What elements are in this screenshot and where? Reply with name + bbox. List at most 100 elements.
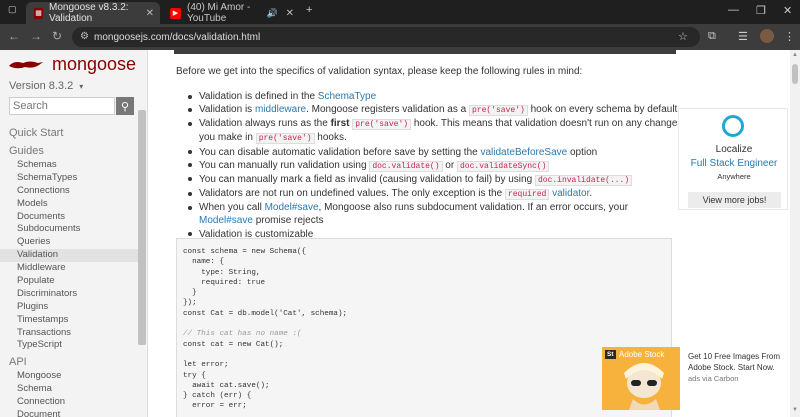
sidebar-section-guides[interactable]: Guides xyxy=(0,143,140,159)
sidebar-item-schema[interactable]: Schema xyxy=(0,383,140,396)
sidebar-item-validation[interactable]: Validation xyxy=(0,249,140,263)
sidebar-item-connections[interactable]: Connections xyxy=(0,185,140,198)
sidebar-nav: Quick Start Guides Schemas SchemaTypes Conne… xyxy=(0,123,140,417)
mongoose-logo[interactable]: mongoose xyxy=(8,54,136,75)
ad-image[interactable]: St Adobe Stock xyxy=(602,347,680,410)
inline-code: doc.validate() xyxy=(369,160,443,172)
intro-paragraph: Before we get into the specifics of vali… xyxy=(176,66,583,77)
sidebar-item-connection[interactable]: Connection xyxy=(0,396,140,409)
forward-arrow-icon[interactable]: → xyxy=(30,29,42,43)
maximize-button[interactable]: ❐ xyxy=(756,4,766,17)
address-bar[interactable]: ⚙ mongoosejs.com/docs/validation.html xyxy=(72,27,700,47)
rule-text: Validation is defined in the xyxy=(199,91,318,102)
page-scrollbar[interactable]: ▲ ▼ xyxy=(790,50,800,417)
window-close-button[interactable]: ✕ xyxy=(783,4,792,17)
rule-text: Validators are not run on undefined valu… xyxy=(199,188,505,200)
doc-link[interactable]: SchemaType xyxy=(318,91,376,102)
bold-text: first xyxy=(330,118,350,130)
tab-mongoose-validation[interactable]: ▦ Mongoose v8.3.2: Validation ✕ xyxy=(26,2,160,24)
inline-code: pre('save') xyxy=(468,105,528,117)
sidebar-item-queries[interactable]: Queries xyxy=(0,236,140,249)
sidebar-item-timestamps[interactable]: Timestamps xyxy=(0,314,140,327)
scroll-up-icon[interactable]: ▲ xyxy=(792,52,798,58)
scrollbar-thumb[interactable] xyxy=(792,64,798,84)
menu-kebab-icon[interactable]: ⋮ xyxy=(784,30,795,43)
tab-search-icon[interactable]: ▢ xyxy=(8,4,17,15)
rule-text: When you call xyxy=(199,202,265,214)
sidebar-item-transactions[interactable]: Transactions xyxy=(0,327,140,340)
sidebar-item-models[interactable]: Models xyxy=(0,198,140,211)
reading-list-icon[interactable]: ☰ xyxy=(738,30,748,43)
rule-text: You can manually run validation using xyxy=(199,159,370,171)
carbon-ad[interactable]: St Adobe Stock Get 10 Free Images From A… xyxy=(602,347,800,410)
sidebar-item-schematypes[interactable]: SchemaTypes xyxy=(0,172,140,185)
code-listing: const schema = new Schema({ name: { type… xyxy=(177,239,671,417)
code-line: let error; xyxy=(183,361,229,370)
new-tab-button[interactable]: + xyxy=(306,4,312,16)
code-line: const cat = new Cat(); xyxy=(183,340,284,349)
ad-role-link[interactable]: Full Stack Engineer xyxy=(679,158,789,169)
scroll-down-icon[interactable]: ▼ xyxy=(792,407,798,413)
tab-title: Mongoose v8.3.2: Validation xyxy=(49,2,129,24)
audio-playing-icon[interactable]: 🔊 xyxy=(267,8,278,19)
browser-toolbar: ← → ↻ ⚙ mongoosejs.com/docs/validation.h… xyxy=(0,24,800,50)
doc-link[interactable]: validator xyxy=(552,188,589,199)
rule-item: You can disable automatic validation bef… xyxy=(188,146,683,159)
code-line: }); xyxy=(183,299,197,308)
close-tab-icon[interactable]: ✕ xyxy=(146,8,154,19)
mongoose-logo-icon xyxy=(9,61,43,68)
sidebar-item-plugins[interactable]: Plugins xyxy=(0,301,140,314)
sidebar-item-middleware[interactable]: Middleware xyxy=(0,262,140,275)
version-selector[interactable]: Version 8.3.2 ▾ xyxy=(9,80,83,92)
sidebar-item-typescript[interactable]: TypeScript xyxy=(0,339,140,352)
code-line: await cat.save(); xyxy=(183,381,270,390)
code-line: } catch (err) { xyxy=(183,392,252,401)
inline-code: pre('save') xyxy=(352,119,412,131)
sidebar-item-mongoose[interactable]: Mongoose xyxy=(0,370,140,383)
sidebar-section-api[interactable]: API xyxy=(0,354,140,370)
profile-avatar[interactable] xyxy=(760,29,774,43)
job-ad[interactable]: Localize Full Stack Engineer Anywhere Vi… xyxy=(678,108,788,210)
sidebar-item-document[interactable]: Document xyxy=(0,409,140,417)
site-info-icon[interactable]: ⚙ xyxy=(80,31,89,42)
sidebar-scrollbar[interactable] xyxy=(138,110,146,345)
tab-youtube[interactable]: ▶ (40) Mi Amor - YouTube 🔊 ✕ xyxy=(162,2,300,24)
rule-text: Validation always runs as the xyxy=(199,118,331,130)
bookmark-star-icon[interactable]: ☆ xyxy=(678,30,688,43)
doc-link[interactable]: Model#save xyxy=(265,202,319,213)
search-button[interactable]: ⚲ xyxy=(116,97,134,115)
content-top-strip xyxy=(174,50,676,54)
rule-item: You can manually mark a field as invalid… xyxy=(188,173,683,187)
doc-link[interactable]: validateBeforeSave xyxy=(480,147,567,158)
back-arrow-icon[interactable]: ← xyxy=(8,29,20,43)
rule-item: When you call Model#save, Mongoose also … xyxy=(188,201,683,227)
sidebar-item-schemas[interactable]: Schemas xyxy=(0,159,140,172)
mongoose-favicon-icon: ▦ xyxy=(34,7,44,19)
browser-tab-bar: ▦ Mongoose v8.3.2: Validation ✕ ▶ (40) M… xyxy=(0,0,800,24)
rule-item: Validators are not run on undefined valu… xyxy=(188,187,683,201)
close-tab-icon[interactable]: ✕ xyxy=(286,8,294,19)
sidebar-item-populate[interactable]: Populate xyxy=(0,275,140,288)
rule-text: option xyxy=(567,146,598,158)
search-input[interactable] xyxy=(9,97,115,115)
reload-icon[interactable]: ↻ xyxy=(52,29,62,43)
ad-text[interactable]: Get 10 Free Images From Adobe Stock. Sta… xyxy=(688,351,798,373)
extensions-icon[interactable]: ⧉ xyxy=(708,30,716,43)
doc-link[interactable]: middleware xyxy=(255,104,306,115)
doc-link[interactable]: Model#save xyxy=(199,215,253,226)
rule-text: or xyxy=(442,159,457,171)
code-line: type: String, xyxy=(183,268,261,277)
ad-attribution[interactable]: ads via Carbon xyxy=(688,374,738,383)
view-more-jobs-button[interactable]: View more jobs! xyxy=(688,192,781,208)
sidebar-item-discriminators[interactable]: Discriminators xyxy=(0,288,140,301)
inline-code: pre('save') xyxy=(255,133,315,145)
minimize-button[interactable]: — xyxy=(728,4,739,16)
docs-sidebar: mongoose Version 8.3.2 ▾ ⚲ Quick Start Gu… xyxy=(0,50,148,417)
sidebar-item-subdocuments[interactable]: Subdocuments xyxy=(0,223,140,236)
sidebar-section-quick-start[interactable]: Quick Start xyxy=(0,125,140,141)
code-line: error = err; xyxy=(183,402,247,411)
sidebar-item-documents[interactable]: Documents xyxy=(0,211,140,224)
rule-text: . xyxy=(589,188,593,200)
